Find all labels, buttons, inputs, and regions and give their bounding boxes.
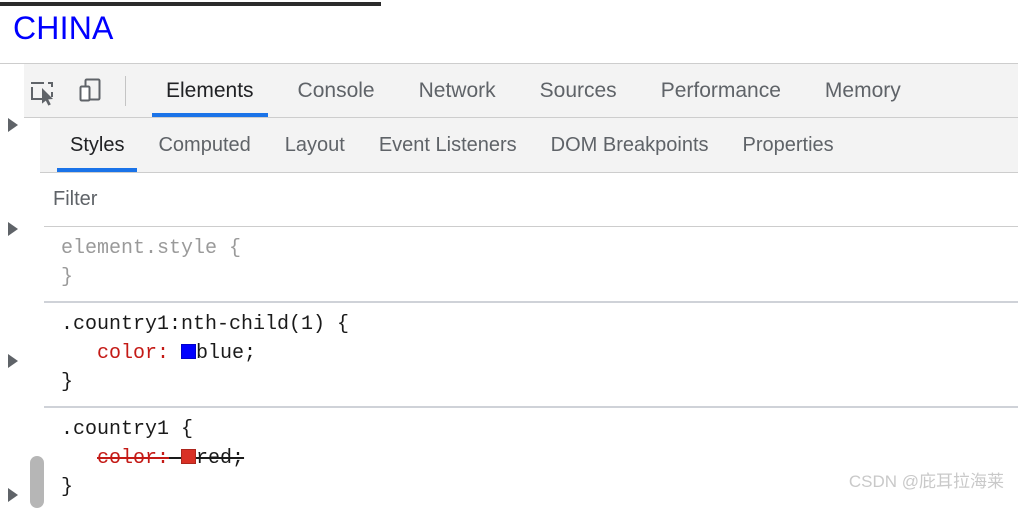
css-property-name[interactable]: color: (97, 447, 169, 470)
tab-label: Event Listeners (378, 133, 517, 156)
css-close-brace: } (61, 371, 74, 394)
css-selector[interactable]: .country1 { (61, 415, 1018, 444)
expand-triangle-icon[interactable] (8, 118, 18, 132)
css-rules-list: element.style { } .country1:nth-child(1)… (41, 227, 1018, 508)
css-declaration-overridden[interactable]: color: red; (61, 444, 1018, 473)
tab-computed[interactable]: Computed (141, 118, 267, 172)
css-rule-block[interactable]: .country1:nth-child(1) { color: blue; } (41, 303, 1018, 408)
tab-label: Computed (158, 133, 251, 156)
sub-tab-list: Styles Computed Layout Event Listeners D… (53, 118, 851, 172)
inspect-element-icon[interactable] (24, 73, 60, 109)
tab-event-listeners[interactable]: Event Listeners (362, 118, 534, 172)
css-selector[interactable]: element.style { (61, 234, 1018, 263)
device-toolbar-icon[interactable] (72, 73, 108, 109)
tab-properties[interactable]: Properties (726, 118, 851, 172)
tab-label: Performance (660, 78, 781, 102)
toolbar-divider (125, 76, 126, 106)
css-property-name[interactable]: color: (97, 342, 169, 365)
page-heading: CHINA (13, 10, 114, 46)
color-swatch-icon[interactable] (181, 449, 197, 464)
tab-network[interactable]: Network (397, 64, 518, 117)
css-property-value[interactable]: blue; (196, 342, 256, 365)
tab-label: Console (297, 78, 375, 102)
left-gutter (0, 64, 24, 508)
tab-label: Elements (166, 78, 254, 102)
tab-elements[interactable]: Elements (144, 64, 276, 117)
tab-sources[interactable]: Sources (518, 64, 639, 117)
styles-sub-toolbar: Styles Computed Layout Event Listeners D… (40, 118, 1018, 173)
devtools-main-toolbar: Elements Console Network Sources Perform… (24, 64, 1018, 118)
tab-label: Styles (70, 133, 125, 156)
css-declaration[interactable]: color: blue; (61, 339, 1018, 368)
horizontal-rule (0, 2, 381, 6)
css-close-brace: } (61, 476, 74, 499)
tab-performance[interactable]: Performance (639, 64, 803, 117)
css-close-brace: } (61, 266, 74, 289)
css-rule-block[interactable]: element.style { } (41, 227, 1018, 303)
tab-memory[interactable]: Memory (803, 64, 923, 117)
tab-layout[interactable]: Layout (268, 118, 362, 172)
css-property-value[interactable]: red; (196, 447, 244, 470)
filter-input[interactable] (53, 178, 993, 220)
filter-row (41, 173, 1018, 227)
expand-triangle-icon[interactable] (8, 222, 18, 236)
main-tab-list: Elements Console Network Sources Perform… (144, 64, 923, 117)
devtools-window: Elements Console Network Sources Perform… (0, 63, 1018, 508)
tab-dom-breakpoints[interactable]: DOM Breakpoints (534, 118, 726, 172)
tab-label: Layout (284, 133, 345, 156)
page-preview: CHINA (0, 0, 1018, 63)
tab-label: Properties (742, 133, 834, 156)
expand-triangle-icon[interactable] (8, 354, 18, 368)
tab-console[interactable]: Console (276, 64, 397, 117)
css-selector[interactable]: .country1:nth-child(1) { (61, 310, 1018, 339)
tab-label: Sources (539, 78, 617, 102)
tab-label: Memory (824, 78, 901, 102)
tab-label: Network (418, 78, 496, 102)
expand-triangle-icon[interactable] (8, 488, 18, 502)
tab-styles[interactable]: Styles (53, 118, 141, 172)
styles-scrollbar-thumb[interactable] (30, 456, 44, 508)
css-rule-block[interactable]: .country1 { color: red; } (41, 408, 1018, 508)
styles-pane: element.style { } .country1:nth-child(1)… (40, 173, 1018, 508)
tab-label: DOM Breakpoints (550, 133, 709, 156)
color-swatch-icon[interactable] (181, 344, 197, 359)
